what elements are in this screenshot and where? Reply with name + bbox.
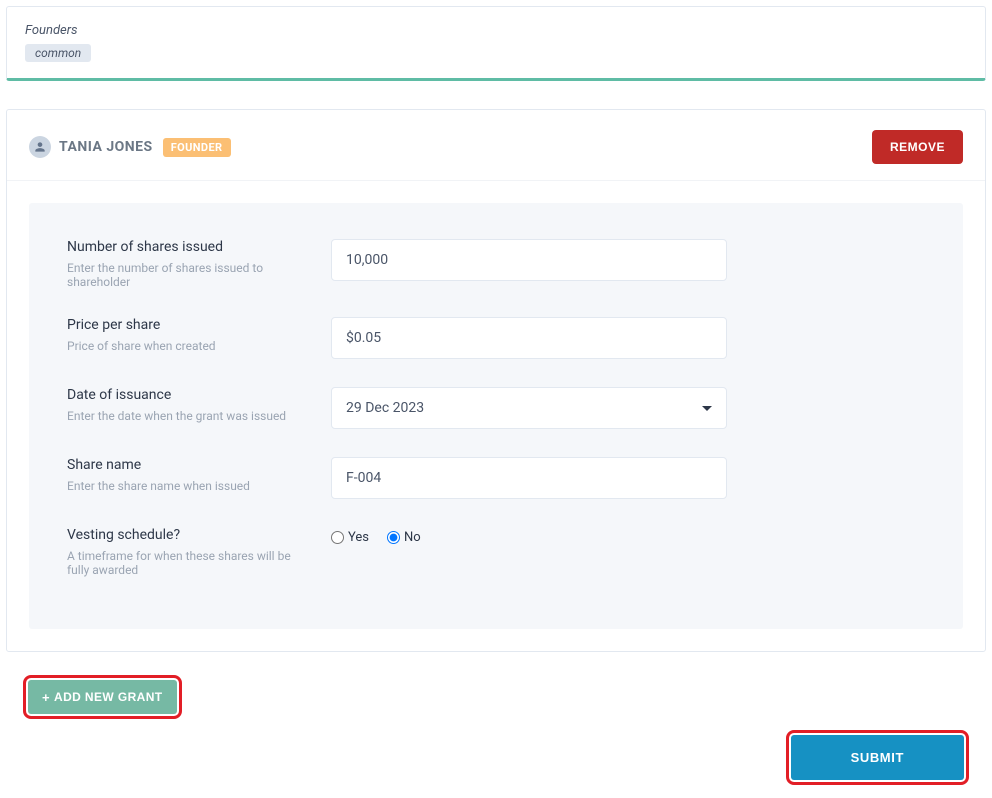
share-name-input[interactable]: [331, 457, 727, 499]
chevron-down-icon: [702, 406, 712, 411]
price-input[interactable]: [331, 317, 727, 359]
vesting-no-radio[interactable]: [387, 531, 400, 544]
founders-label: Founders: [25, 23, 967, 38]
field-vesting: Vesting schedule? A timeframe for when t…: [67, 527, 925, 577]
price-sublabel: Price of share when created: [67, 339, 311, 353]
vesting-no-option[interactable]: No: [387, 530, 421, 545]
field-share-name: Share name Enter the share name when iss…: [67, 457, 925, 499]
grant-card: TANIA JONES FOUNDER REMOVE Number of sha…: [6, 109, 986, 652]
field-price: Price per share Price of share when crea…: [67, 317, 925, 359]
shareholder-name: TANIA JONES: [59, 139, 153, 155]
actions-bar: + ADD NEW GRANT SUBMIT: [6, 652, 986, 792]
submit-button[interactable]: SUBMIT: [791, 735, 964, 780]
date-value: 29 Dec 2023: [346, 400, 424, 416]
vesting-radio-group: Yes No: [331, 527, 727, 545]
person-block: TANIA JONES FOUNDER: [29, 136, 231, 158]
remove-button[interactable]: REMOVE: [872, 130, 963, 164]
vesting-no-label: No: [404, 530, 421, 545]
shares-input[interactable]: [331, 239, 727, 281]
vesting-yes-radio[interactable]: [331, 531, 344, 544]
role-badge: FOUNDER: [163, 138, 231, 157]
field-shares: Number of shares issued Enter the number…: [67, 239, 925, 289]
vesting-yes-label: Yes: [348, 530, 369, 545]
grant-header: TANIA JONES FOUNDER REMOVE: [7, 110, 985, 181]
avatar-icon: [29, 136, 51, 158]
share-name-label: Share name: [67, 457, 311, 473]
vesting-sublabel: A timeframe for when these shares will b…: [67, 549, 311, 577]
date-sublabel: Enter the date when the grant was issued: [67, 409, 311, 423]
grant-form-panel: Number of shares issued Enter the number…: [29, 203, 963, 629]
shares-label: Number of shares issued: [67, 239, 311, 255]
price-label: Price per share: [67, 317, 311, 333]
add-grant-label: ADD NEW GRANT: [54, 690, 163, 704]
share-class-tag: common: [25, 44, 91, 62]
add-new-grant-button[interactable]: + ADD NEW GRANT: [28, 680, 177, 714]
vesting-label: Vesting schedule?: [67, 527, 311, 543]
form-wrap: Number of shares issued Enter the number…: [7, 181, 985, 651]
date-label: Date of issuance: [67, 387, 311, 403]
vesting-yes-option[interactable]: Yes: [331, 530, 369, 545]
date-picker[interactable]: 29 Dec 2023: [331, 387, 727, 429]
plus-icon: +: [42, 691, 50, 704]
share-name-sublabel: Enter the share name when issued: [67, 479, 311, 493]
founders-summary-card: Founders common: [6, 6, 986, 81]
field-date: Date of issuance Enter the date when the…: [67, 387, 925, 429]
shares-sublabel: Enter the number of shares issued to sha…: [67, 261, 311, 289]
